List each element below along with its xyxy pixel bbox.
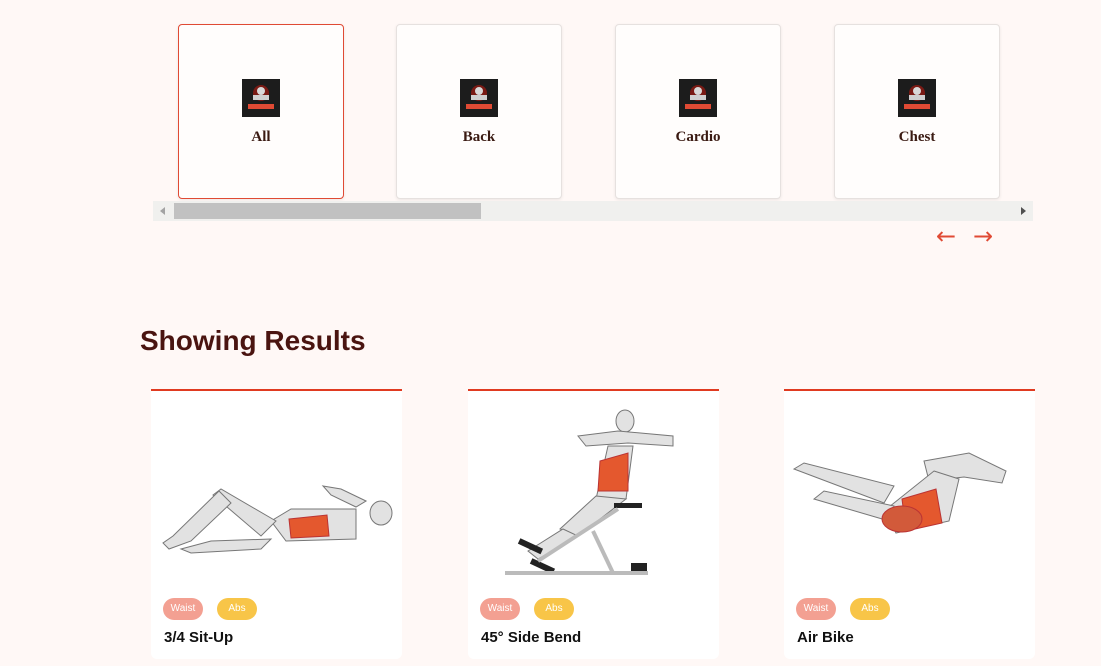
exercise-card[interactable]: Waist Abs 3/4 Sit-Up (151, 389, 402, 659)
category-card-cardio[interactable]: Cardio (615, 24, 781, 199)
target-badge[interactable]: Abs (217, 598, 257, 620)
prev-arrow-icon[interactable]: ← (936, 222, 956, 250)
body-part-badge[interactable]: Waist (163, 598, 203, 620)
page: All Back Cardio Chest ← → Showing Result… (0, 0, 1101, 666)
category-card-back[interactable]: Back (396, 24, 562, 199)
scroll-right-icon[interactable] (1013, 201, 1033, 221)
fittlife-logo-icon (242, 79, 280, 117)
exercise-card[interactable]: Waist Abs 45° Side Bend (468, 389, 719, 659)
scrollbar-thumb[interactable] (174, 203, 481, 219)
category-card-chest[interactable]: Chest (834, 24, 1000, 199)
category-label: Back (462, 129, 496, 145)
exercise-image (505, 409, 674, 575)
exercise-card[interactable]: Waist Abs Air Bike (784, 389, 1035, 659)
body-part-badge[interactable]: Waist (480, 598, 520, 620)
next-arrow-icon[interactable]: → (973, 222, 993, 250)
fittlife-logo-icon (460, 79, 498, 117)
scroll-left-icon[interactable] (153, 201, 173, 221)
exercise-name: Air Bike (797, 629, 854, 646)
exercise-name: 3/4 Sit-Up (164, 629, 234, 646)
category-card-all[interactable]: All (178, 24, 344, 199)
exercise-name: 45° Side Bend (481, 629, 582, 646)
exercise-image (162, 485, 393, 554)
category-label: Cardio (675, 129, 721, 145)
carousel-scrollbar[interactable] (153, 201, 1033, 221)
target-badge[interactable]: Abs (534, 598, 574, 620)
fittlife-logo-icon (679, 79, 717, 117)
results-title: Showing Results (140, 325, 366, 356)
body-part-badge[interactable]: Waist (796, 598, 836, 620)
target-badge[interactable]: Abs (850, 598, 890, 620)
category-label: All (251, 129, 271, 145)
exercise-image (792, 452, 1007, 534)
fittlife-logo-icon (898, 79, 936, 117)
category-label: Chest (898, 129, 936, 145)
